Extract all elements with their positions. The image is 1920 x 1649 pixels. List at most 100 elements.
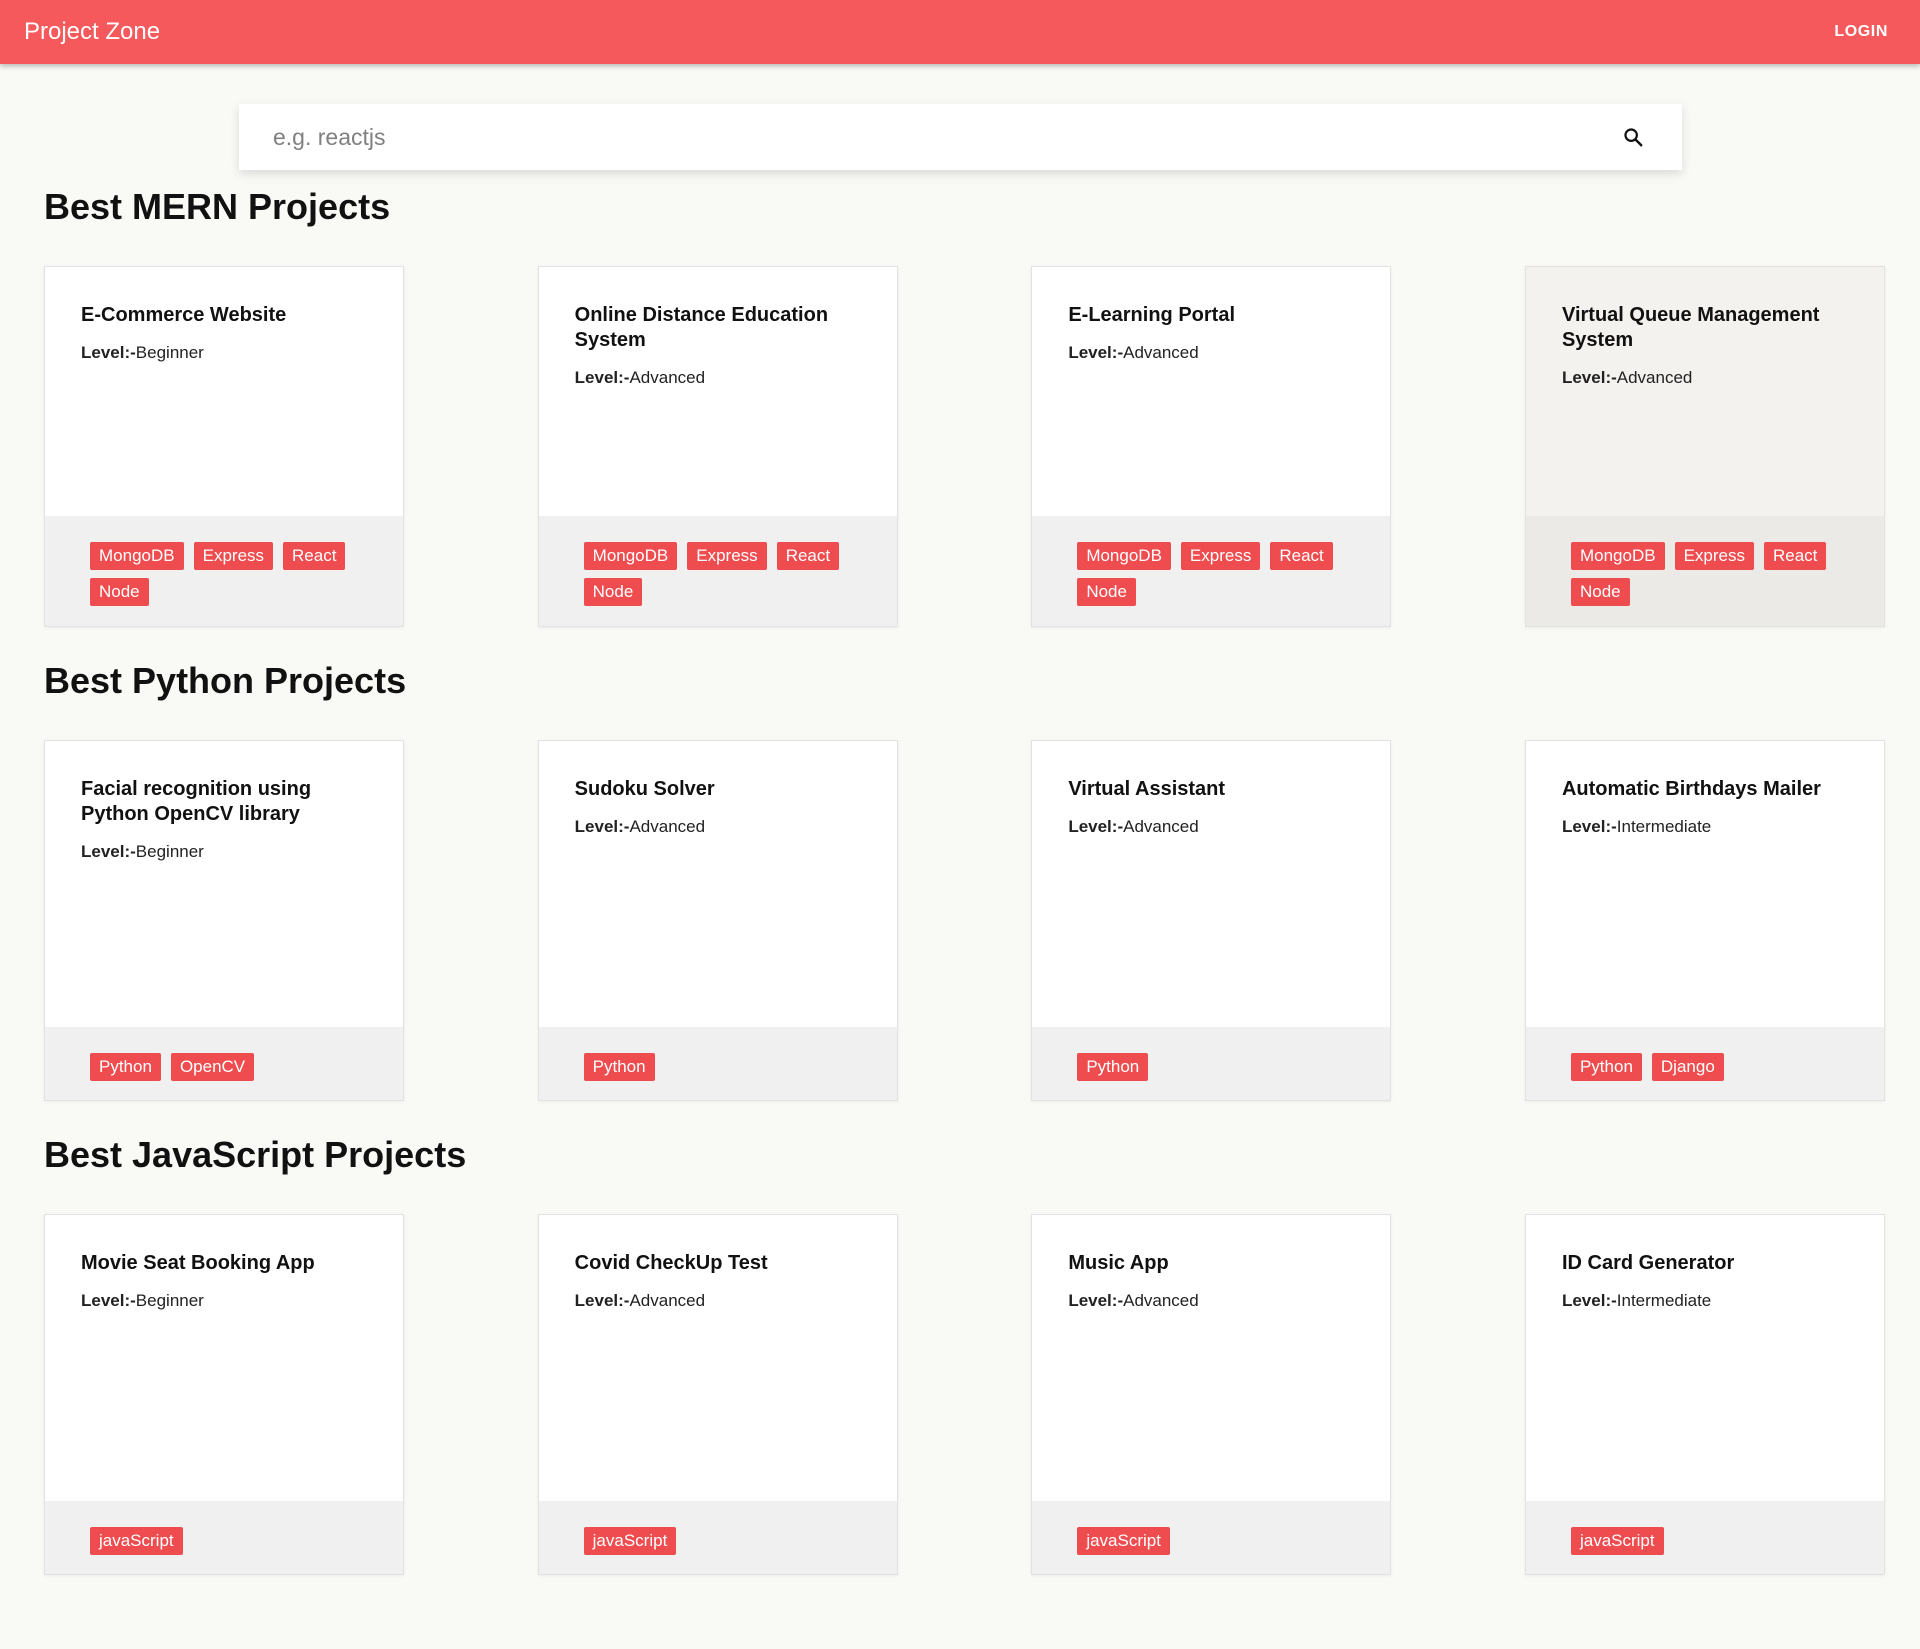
card-title: Automatic Birthdays Mailer: [1561, 778, 1821, 800]
project-card[interactable]: Online Distance Education System Level:-…: [537, 266, 898, 627]
tag: Python: [1077, 1053, 1149, 1081]
card-tags: MongoDB Express React Node: [45, 516, 403, 626]
project-card[interactable]: Covid CheckUp Test Level:-Advanced javaS…: [537, 1214, 898, 1575]
project-card[interactable]: Virtual Assistant Level:-Advanced Python: [1031, 740, 1392, 1101]
level-value: Advanced: [1123, 817, 1199, 836]
card-level: Level:-Advanced: [1068, 817, 1354, 837]
card-level: Level:-Intermediate: [1562, 1291, 1848, 1311]
card-title: Virtual Queue Management System: [1561, 304, 1820, 351]
level-value: Advanced: [629, 1291, 706, 1310]
card-tags: MongoDB Express React Node: [1032, 516, 1391, 626]
card-level: Level:-Advanced: [1068, 1291, 1354, 1311]
tag: React: [283, 542, 346, 570]
tag: Python: [90, 1053, 161, 1081]
card-level: Level:-Intermediate: [1562, 817, 1848, 837]
card-tags: javaScript: [1032, 1501, 1391, 1574]
tag: OpenCV: [170, 1053, 255, 1081]
tag: Express: [193, 542, 274, 570]
level-value: Beginner: [135, 1291, 204, 1310]
level-value: Beginner: [135, 343, 204, 362]
card-tags: javaScript: [45, 1501, 403, 1574]
card-tags: MongoDB Express React Node: [1525, 516, 1884, 626]
tag: Python: [1570, 1053, 1642, 1081]
section-title-javascript: Best JavaScript Projects: [44, 1134, 467, 1175]
project-card[interactable]: Sudoku Solver Level:-Advanced Python: [537, 740, 898, 1101]
project-card[interactable]: ID Card Generator Level:-Intermediate ja…: [1524, 1214, 1885, 1575]
card-title: E-Learning Portal: [1068, 304, 1236, 326]
tag: Express: [1674, 542, 1754, 570]
level-value: Advanced: [1123, 1291, 1199, 1310]
level-label: Level:-: [81, 1291, 136, 1310]
level-label: Level:-: [574, 1291, 630, 1310]
level-value: Advanced: [629, 817, 706, 836]
card-level: Level:-Beginner: [81, 1291, 367, 1311]
tag: React: [776, 542, 840, 570]
level-label: Level:-: [1561, 817, 1617, 836]
tag: Express: [1180, 542, 1261, 570]
project-card[interactable]: Facial recognition using Python OpenCV l…: [44, 740, 404, 1101]
card-level: Level:-Beginner: [81, 842, 367, 862]
card-title: Online Distance Education System: [574, 304, 829, 351]
project-card[interactable]: E-Commerce Website Level:-Beginner Mongo…: [44, 266, 404, 627]
tag: MongoDB: [583, 542, 678, 570]
level-label: Level:-: [1068, 817, 1124, 836]
card-row-mern: E-Commerce Website Level:-Beginner Mongo…: [44, 266, 1885, 627]
project-card[interactable]: E-Learning Portal Level:-Advanced MongoD…: [1031, 266, 1392, 627]
project-card[interactable]: Automatic Birthdays Mailer Level:-Interm…: [1524, 740, 1885, 1101]
tag: Node: [583, 578, 643, 606]
tag: javaScript: [1077, 1527, 1170, 1555]
tag: Express: [687, 542, 767, 570]
card-title: Covid CheckUp Test: [574, 1252, 768, 1274]
card-level: Level:-Advanced: [575, 368, 861, 388]
level-label: Level:-: [574, 368, 630, 387]
level-label: Level:-: [1561, 368, 1617, 387]
card-row-javascript: Movie Seat Booking App Level:-Beginner j…: [44, 1214, 1885, 1575]
card-tags: javaScript: [1525, 1501, 1884, 1574]
card-title: Sudoku Solver: [574, 778, 715, 800]
card-level: Level:-Advanced: [575, 817, 861, 837]
tag: MongoDB: [1570, 542, 1665, 570]
card-level: Level:-Advanced: [1562, 368, 1848, 388]
card-title: Music App: [1068, 1252, 1169, 1274]
level-value: Advanced: [1616, 368, 1693, 387]
level-value: Advanced: [629, 368, 706, 387]
card-tags: MongoDB Express React Node: [538, 516, 897, 626]
level-value: Intermediate: [1616, 1291, 1712, 1310]
level-value: Advanced: [1123, 343, 1199, 362]
card-level: Level:-Advanced: [575, 1291, 861, 1311]
tag: javaScript: [1570, 1527, 1664, 1555]
tag: javaScript: [583, 1527, 677, 1555]
card-tags: Python Django: [1525, 1027, 1884, 1100]
level-label: Level:-: [81, 842, 136, 861]
tag: Node: [90, 578, 149, 606]
card-title: Virtual Assistant: [1068, 778, 1226, 800]
tag: MongoDB: [90, 542, 184, 570]
card-level: Level:-Advanced: [1068, 343, 1354, 363]
tag: Python: [583, 1053, 655, 1081]
section-title-mern: Best MERN Projects: [44, 186, 391, 227]
project-card[interactable]: Music App Level:-Advanced javaScript: [1031, 1214, 1392, 1575]
card-tags: javaScript: [538, 1501, 897, 1574]
search-bar: [239, 104, 1682, 170]
tag: MongoDB: [1077, 542, 1171, 570]
card-title: Movie Seat Booking App: [81, 1252, 315, 1274]
section-title-python: Best Python Projects: [44, 660, 407, 701]
card-tags: Python: [1032, 1027, 1391, 1100]
tag: Node: [1077, 578, 1136, 606]
level-label: Level:-: [81, 343, 136, 362]
login-button[interactable]: LOGIN: [1834, 23, 1888, 41]
card-level: Level:-Beginner: [81, 343, 367, 363]
card-tags: Python OpenCV: [45, 1027, 403, 1100]
card-tags: Python: [538, 1027, 897, 1100]
project-card[interactable]: Movie Seat Booking App Level:-Beginner j…: [44, 1214, 404, 1575]
card-title: E-Commerce Website: [81, 304, 287, 326]
card-title: ID Card Generator: [1561, 1252, 1735, 1274]
level-label: Level:-: [574, 817, 630, 836]
level-value: Intermediate: [1616, 817, 1712, 836]
search-input[interactable]: [273, 123, 1618, 151]
project-card[interactable]: Virtual Queue Management System Level:-A…: [1524, 266, 1885, 627]
search-icon[interactable]: [1618, 122, 1648, 152]
brand-title[interactable]: Project Zone: [24, 18, 160, 46]
card-row-python: Facial recognition using Python OpenCV l…: [44, 740, 1885, 1101]
level-value: Beginner: [135, 842, 204, 861]
